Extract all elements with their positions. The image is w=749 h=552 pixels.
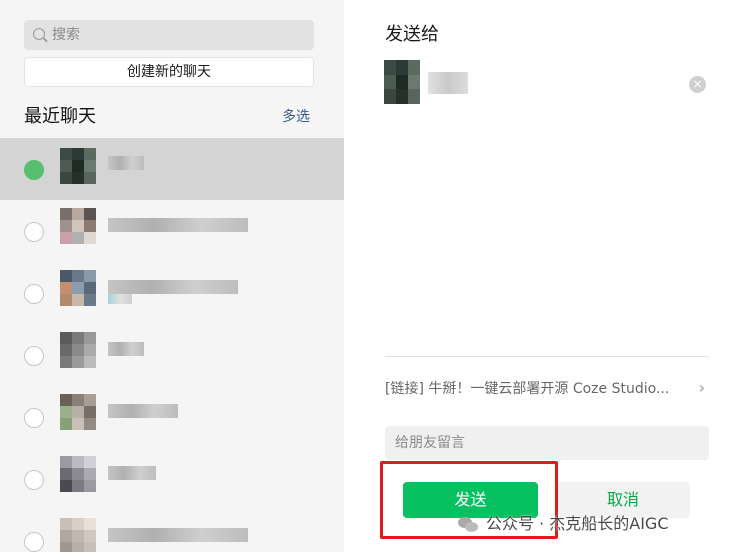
recent-chats-title: 最近聊天 [24,106,96,127]
wechat-icon [458,516,480,533]
remove-recipient-icon[interactable]: × [689,76,706,93]
select-radio[interactable] [24,532,44,552]
divider [385,356,709,357]
chat-list-item[interactable] [0,510,344,552]
send-to-title: 发送给 [385,24,439,45]
chat-list-item[interactable] [0,200,344,262]
select-radio[interactable] [24,284,44,304]
watermark: 公众号 · 杰克船长的AIGC [458,510,669,534]
send-panel: 发送给 × [链接] 牛掰！一键云部署开源 Coze Studio... › 取… [344,0,749,552]
chat-name [108,280,238,294]
avatar [60,518,96,552]
avatar [60,456,96,492]
search-icon [33,28,45,40]
avatar [60,394,96,430]
select-radio[interactable] [24,222,44,242]
create-new-chat-button[interactable]: 创建新的聊天 [24,57,314,87]
watermark-text: 公众号 · 杰克船长的AIGC [486,514,669,533]
select-radio[interactable] [24,346,44,366]
chat-name [108,218,248,232]
chat-list-item[interactable] [0,386,344,448]
chat-list-item[interactable] [0,324,344,386]
chat-name [108,528,248,542]
message-input[interactable] [385,426,709,460]
multi-select-link[interactable]: 多选 [282,106,310,126]
link-preview-text: [链接] 牛掰！一键云部署开源 Coze Studio... [385,381,670,397]
avatar [60,148,96,184]
recipient-name [428,72,468,94]
chat-name [108,342,144,356]
search-input[interactable] [52,20,307,50]
avatar [60,332,96,368]
select-radio[interactable] [24,408,44,428]
recipient-avatar [384,60,420,104]
link-preview[interactable]: [链接] 牛掰！一键云部署开源 Coze Studio... › [385,378,709,400]
chat-list-item[interactable] [0,262,344,324]
select-radio[interactable] [24,160,44,180]
chat-name-extra [108,294,132,304]
chat-name [108,156,144,170]
chat-list-item[interactable] [0,138,344,200]
avatar [60,208,96,244]
chat-name [108,466,156,480]
chat-name [108,404,178,418]
avatar [60,270,96,306]
chevron-right-icon: › [698,378,705,397]
chat-selector-panel: 创建新的聊天 最近聊天 多选 [0,0,344,552]
chat-list-item[interactable] [0,448,344,510]
search-box[interactable] [24,20,314,50]
select-radio[interactable] [24,470,44,490]
